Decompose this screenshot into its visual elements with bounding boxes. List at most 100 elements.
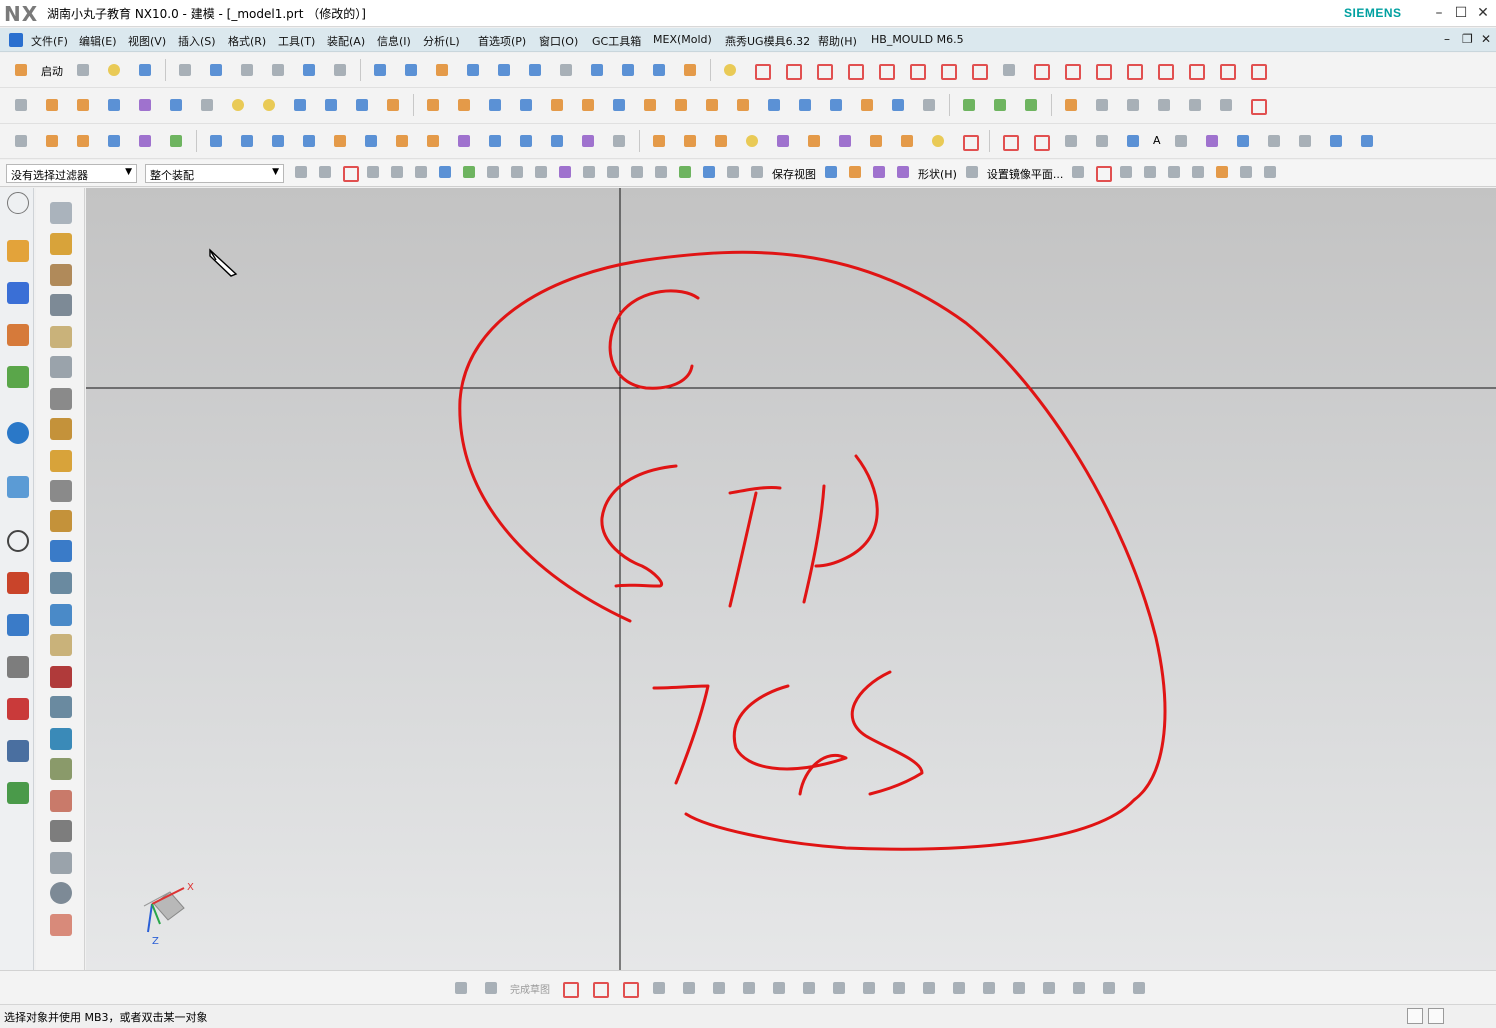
circle-tangent-icon[interactable] xyxy=(1246,59,1268,81)
open-folder-icon[interactable] xyxy=(103,59,125,81)
clearance-icon[interactable] xyxy=(927,130,949,152)
circle-tool-icon[interactable] xyxy=(648,977,670,999)
view-icon[interactable] xyxy=(724,163,742,181)
text-style-icon[interactable] xyxy=(1189,163,1207,181)
offset-tool-icon[interactable] xyxy=(918,977,940,999)
wave-icon[interactable] xyxy=(227,94,249,116)
nx-app-icon[interactable] xyxy=(9,33,23,47)
offset-curve-icon[interactable] xyxy=(1091,59,1113,81)
menu-insert[interactable]: 插入(S) xyxy=(178,33,216,49)
menu-gc-toolkit[interactable]: GC工具箱 xyxy=(592,33,641,49)
layer-icon[interactable] xyxy=(679,59,701,81)
trim-mold-icon[interactable] xyxy=(50,728,72,750)
mdi-minimize-button[interactable]: – xyxy=(1444,32,1450,46)
curve-icon[interactable] xyxy=(936,59,958,81)
snapshot-icon[interactable] xyxy=(1325,130,1347,152)
mirror-display-icon[interactable] xyxy=(963,163,981,181)
roles-icon[interactable] xyxy=(7,656,29,678)
start-icon[interactable] xyxy=(10,59,32,81)
minimize-button[interactable]: – xyxy=(1428,2,1450,24)
mdi-restore-button[interactable]: ❐ xyxy=(1462,32,1473,46)
refresh-icon[interactable] xyxy=(50,914,72,936)
pad-icon[interactable] xyxy=(196,94,218,116)
sphere-icon[interactable] xyxy=(258,94,280,116)
mirror-body-icon[interactable] xyxy=(484,94,506,116)
graphics-canvas[interactable]: X Z xyxy=(86,188,1496,970)
arc-tool-icon[interactable] xyxy=(618,977,640,999)
select-feature-icon[interactable] xyxy=(340,163,359,182)
select-all-icon[interactable] xyxy=(316,163,334,181)
command-finder-icon[interactable] xyxy=(298,59,320,81)
full-screen-icon[interactable] xyxy=(1407,1008,1423,1024)
selection-filter-dropdown[interactable]: 没有选择过滤器 ▼ xyxy=(6,164,137,183)
material-list-icon[interactable] xyxy=(50,790,72,812)
replace-face-icon[interactable] xyxy=(165,130,187,152)
save-view-icon[interactable] xyxy=(748,163,766,181)
view-manager-icon[interactable] xyxy=(50,852,72,874)
polygon-tool-icon[interactable] xyxy=(768,977,790,999)
line-icon[interactable] xyxy=(750,59,772,81)
mold-wizard-icon[interactable] xyxy=(50,233,72,255)
menu-hb-mould[interactable]: HB_MOULD M6.5 xyxy=(871,33,964,46)
layout-icon[interactable] xyxy=(50,326,72,348)
mid-point-icon[interactable] xyxy=(508,163,526,181)
new-component-icon[interactable] xyxy=(710,130,732,152)
gate-icon[interactable] xyxy=(50,604,72,626)
menu-yanxiu-mold[interactable]: 燕秀UG模具6.32 xyxy=(725,33,810,49)
clip-icon[interactable] xyxy=(1117,163,1135,181)
revolve-icon[interactable] xyxy=(72,94,94,116)
chamfer-icon[interactable] xyxy=(732,94,754,116)
ruled-icon[interactable] xyxy=(298,130,320,152)
settings-gear-icon[interactable] xyxy=(7,192,29,214)
polyline-icon[interactable] xyxy=(1091,130,1113,152)
bounded-plane-icon[interactable] xyxy=(391,130,413,152)
constraint-navigator-icon[interactable] xyxy=(7,282,29,304)
point-on-face-icon[interactable] xyxy=(676,163,694,181)
cylinder-component-icon[interactable] xyxy=(741,130,763,152)
rotate-icon[interactable] xyxy=(462,59,484,81)
select-component-icon[interactable] xyxy=(364,163,382,181)
pan-icon[interactable] xyxy=(493,59,515,81)
spline-icon[interactable] xyxy=(905,59,927,81)
menu-assembly[interactable]: 装配(A) xyxy=(327,33,365,49)
add-component-icon[interactable] xyxy=(679,130,701,152)
sketch-plane-icon[interactable] xyxy=(450,977,472,999)
calculator-icon[interactable] xyxy=(10,130,32,152)
shaded-icon[interactable] xyxy=(555,59,577,81)
hide-icon[interactable] xyxy=(1165,163,1183,181)
surface-analysis-icon[interactable] xyxy=(1153,94,1175,116)
menu-information[interactable]: 信息(I) xyxy=(377,33,411,49)
n-sided-icon[interactable] xyxy=(329,130,351,152)
assembly-icon[interactable] xyxy=(648,130,670,152)
point-on-curve-icon[interactable] xyxy=(652,163,670,181)
menu-preferences[interactable]: 首选项(P) xyxy=(478,33,526,49)
circle-icon[interactable] xyxy=(1153,59,1175,81)
edit-feature-icon[interactable] xyxy=(41,130,63,152)
toolbar-options-icon[interactable] xyxy=(1261,163,1279,181)
unite-icon[interactable] xyxy=(515,94,537,116)
rectangle-icon[interactable] xyxy=(1060,130,1082,152)
reference-set-icon[interactable] xyxy=(870,163,888,181)
trim-sheet-icon[interactable] xyxy=(453,130,475,152)
profile-icon[interactable] xyxy=(558,977,580,999)
parting-icon[interactable] xyxy=(50,356,72,378)
runner-icon[interactable] xyxy=(50,634,72,656)
process-studio-icon[interactable] xyxy=(7,614,29,636)
menu-help[interactable]: 帮助(H) xyxy=(818,33,857,49)
box-icon[interactable] xyxy=(320,94,342,116)
save-icon[interactable] xyxy=(134,59,156,81)
assembly-scope-dropdown[interactable]: 整个装配 ▼ xyxy=(145,164,284,183)
curve-analysis-icon[interactable] xyxy=(1091,94,1113,116)
x-form-icon[interactable] xyxy=(577,130,599,152)
connection-icon[interactable] xyxy=(7,782,29,804)
sketch-arc-icon[interactable] xyxy=(1029,130,1051,152)
shell-icon[interactable] xyxy=(546,94,568,116)
blend-icon[interactable] xyxy=(701,94,723,116)
quadrant-point-icon[interactable] xyxy=(604,163,622,181)
text-icon[interactable]: A xyxy=(1153,134,1161,147)
menu-view[interactable]: 视图(V) xyxy=(128,33,166,49)
rib-icon[interactable] xyxy=(608,94,630,116)
dimension-icon[interactable] xyxy=(1122,130,1144,152)
cross-line-icon[interactable] xyxy=(843,59,865,81)
link-icon[interactable] xyxy=(719,59,741,81)
